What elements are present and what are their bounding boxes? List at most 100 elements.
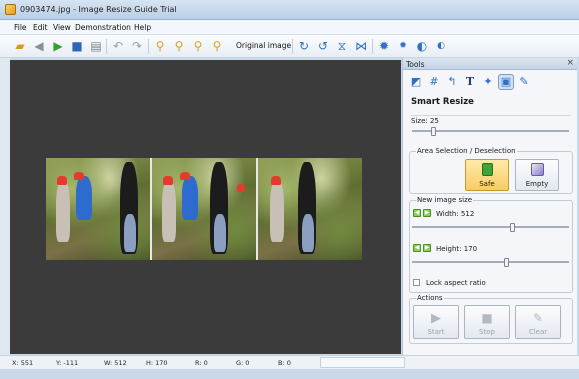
status-y: Y: -111 [56,359,79,367]
red-cap [57,176,67,185]
open-folder-icon[interactable]: ▰ [12,38,28,54]
flip-vertical-icon[interactable]: ⧖ [334,38,350,54]
stop-button[interactable]: ■ Stop [464,305,510,339]
clear-icon: ✎ [532,311,544,325]
jeans [124,214,136,252]
person-figure [270,180,284,242]
width-decrease-button[interactable]: ◀ [413,209,421,217]
clear-label: Clear [528,328,548,336]
brightness-down-icon[interactable]: ✹ [395,38,411,54]
empty-label: Empty [525,180,549,188]
toolbar-separator [106,39,107,54]
group-title: New image size [416,196,474,204]
slider-thumb[interactable] [504,258,509,267]
watermark-icon[interactable]: ✎ [517,75,531,89]
text-tool-icon[interactable]: T [463,75,477,89]
lock-aspect-label: Lock aspect ratio [426,279,486,287]
rotate-tool-icon[interactable]: ↰ [445,75,459,89]
status-x: X: 551 [12,359,34,367]
tools-panel: Tools × ◩ # ↰ T ✦ ▣ ✎ Smart Resize Size:… [402,58,577,355]
status-width: W: 512 [104,359,127,367]
menu-bar: File Edit View Demonstration Help [0,20,579,35]
back-arrow-icon[interactable]: ◀ [31,38,47,54]
safe-label: Safe [479,180,495,188]
contrast-up-icon[interactable]: ◐ [414,38,430,54]
group-title: Area Selection / Deselection [416,147,517,155]
brightness-up-icon[interactable]: ✹ [376,38,392,54]
toolbar-separator [372,39,373,54]
rotate-left-icon[interactable]: ↺ [315,38,331,54]
height-increase-button[interactable]: ▶ [423,244,431,252]
print-icon[interactable]: ▤ [88,38,104,54]
photo-segment [46,158,150,260]
lock-aspect-checkbox[interactable] [413,279,420,286]
zoom-in-icon[interactable]: ⚲ [152,38,168,54]
menu-demonstration[interactable]: Demonstration [75,23,131,32]
tools-header: Tools × [403,58,577,70]
forward-arrow-icon[interactable]: ▶ [50,38,66,54]
empty-button[interactable]: Empty [515,159,559,191]
status-bar: X: 551 Y: -111 W: 512 H: 170 R: 0 G: 0 B… [0,355,579,369]
menu-view[interactable]: View [53,23,71,32]
safe-button[interactable]: Safe [465,159,509,191]
zoom-actual-icon[interactable]: ⚲ [209,38,225,54]
redo-icon[interactable]: ↷ [129,38,145,54]
status-red: R: 0 [195,359,208,367]
photo-segment [258,158,362,260]
stop-label: Stop [479,328,495,336]
slider-thumb[interactable] [510,223,515,232]
width-label: Width: 512 [436,210,475,218]
undo-icon[interactable]: ↶ [110,38,126,54]
status-height: H: 170 [146,359,168,367]
blue-backpack [182,176,198,220]
toolbar: ▰ ◀ ▶ ■ ▤ ↶ ↷ ⚲ ⚲ ⚲ ⚲ Original image ↻ ↺… [0,35,579,58]
height-slider[interactable] [412,258,569,267]
menu-file[interactable]: File [14,23,27,32]
size-slider[interactable] [412,127,569,136]
menu-help[interactable]: Help [134,23,151,32]
smart-resize-icon[interactable]: ▣ [498,74,514,90]
app-icon [5,4,16,15]
play-icon: ▶ [431,311,441,326]
toolbar-separator [148,39,149,54]
start-label: Start [427,328,445,336]
tools-title: Tools [406,60,425,69]
section-title: Smart Resize [411,97,474,107]
crop-icon[interactable]: ◩ [409,75,423,89]
width-slider[interactable] [412,223,569,232]
jeans [302,214,314,252]
tool-icon-row: ◩ # ↰ T ✦ ▣ ✎ [409,74,531,91]
person-figure [162,180,176,242]
image-preview[interactable] [46,158,362,260]
group-title: Actions [416,294,444,302]
effects-icon[interactable]: ✦ [481,75,495,89]
red-cap [180,172,190,180]
width-increase-button[interactable]: ▶ [423,209,431,217]
jeans [214,214,226,252]
blue-backpack [76,176,92,220]
status-progress-box [320,357,405,368]
original-image-button[interactable]: Original image [236,41,291,50]
lock-icon [482,163,493,176]
save-icon[interactable]: ■ [69,38,85,54]
red-cap [271,176,281,185]
flip-horizontal-icon[interactable]: ⋈ [353,38,369,54]
photo-segment [152,158,256,260]
window-title: 0903474.jpg - Image Resize Guide Trial [20,5,177,14]
grid-icon[interactable]: # [427,75,441,89]
size-label: Size: 25 [411,117,439,125]
clear-button[interactable]: ✎ Clear [515,305,561,339]
menu-edit[interactable]: Edit [33,23,48,32]
close-icon[interactable]: × [566,58,574,68]
start-button[interactable]: ▶ Start [413,305,459,339]
zoom-out-icon[interactable]: ⚲ [171,38,187,54]
person-figure [56,180,70,242]
eraser-icon [531,163,544,176]
title-bar: 0903474.jpg - Image Resize Guide Trial [0,0,579,20]
zoom-fit-icon[interactable]: ⚲ [190,38,206,54]
red-cap [237,184,245,192]
height-decrease-button[interactable]: ◀ [413,244,421,252]
slider-thumb[interactable] [431,127,436,136]
contrast-down-icon[interactable]: ◐ [433,38,449,54]
rotate-right-icon[interactable]: ↻ [296,38,312,54]
